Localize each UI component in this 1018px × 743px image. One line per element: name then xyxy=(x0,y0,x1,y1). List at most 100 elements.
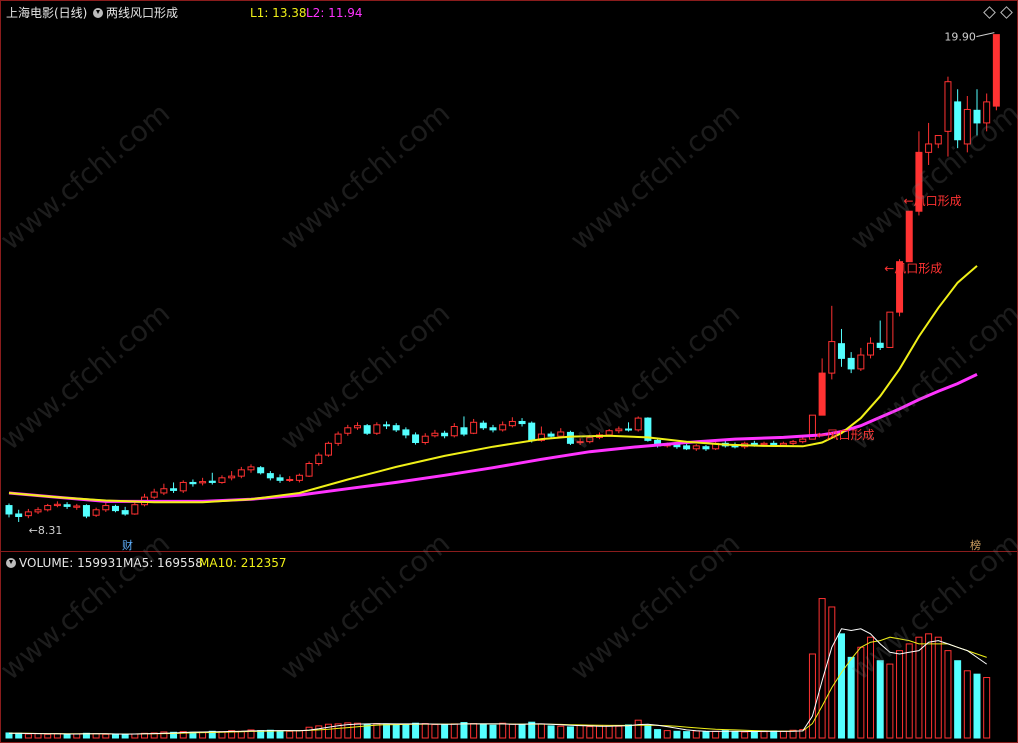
ma10-readout: MA10: 212357 xyxy=(199,556,287,570)
candle xyxy=(789,439,797,446)
candle xyxy=(508,417,516,428)
candle-body xyxy=(528,422,536,441)
volume-bar xyxy=(286,730,294,739)
candle-body xyxy=(625,428,633,431)
candle-body xyxy=(925,143,933,153)
candle xyxy=(102,503,110,512)
volume-bar xyxy=(295,730,303,739)
volume-bar xyxy=(441,724,449,739)
volume-bar xyxy=(276,730,284,739)
candle-body xyxy=(557,431,565,437)
volume-bar xyxy=(954,660,962,739)
volume-bar xyxy=(499,722,507,739)
ranking-badge[interactable]: 榜 xyxy=(969,539,982,552)
volume-bar xyxy=(644,725,652,739)
candle xyxy=(160,483,168,496)
candle-body xyxy=(257,467,265,474)
candle xyxy=(315,452,323,466)
volume-bar xyxy=(479,724,487,739)
candle-body xyxy=(170,488,178,491)
candle xyxy=(625,422,633,432)
candle xyxy=(973,89,981,136)
volume-bar xyxy=(983,677,991,739)
candle xyxy=(208,472,216,485)
volume-bar xyxy=(683,731,691,739)
candle xyxy=(867,337,875,359)
volume-bar xyxy=(963,670,971,739)
volume-bar xyxy=(44,733,52,739)
volume-bar xyxy=(63,733,71,739)
candle xyxy=(179,480,187,493)
candle-body xyxy=(218,477,226,483)
stock-title: 上海电影(日线) xyxy=(6,6,87,20)
candle-body xyxy=(828,341,836,374)
candle xyxy=(963,96,971,153)
volume-bar xyxy=(944,650,952,739)
candle xyxy=(421,433,429,445)
candle-body xyxy=(24,511,32,517)
candle-body xyxy=(508,420,516,427)
candle-body xyxy=(499,424,507,431)
candle-body xyxy=(15,513,23,517)
volume-bar xyxy=(421,723,429,739)
volume-bar xyxy=(460,722,468,739)
candle xyxy=(876,320,884,350)
finance-badge[interactable]: 财 xyxy=(121,539,134,552)
volume-bar xyxy=(876,660,884,739)
candle xyxy=(692,444,700,451)
candle xyxy=(402,427,410,439)
candle xyxy=(150,488,158,499)
candle xyxy=(450,423,458,438)
volume-bar xyxy=(828,606,836,739)
candle-body xyxy=(102,505,110,511)
candle-body xyxy=(421,435,429,443)
candle xyxy=(218,475,226,484)
indicator-title[interactable]: 两线风口形成 xyxy=(93,6,178,20)
candle xyxy=(257,466,265,475)
volume-bar xyxy=(692,730,700,739)
candle xyxy=(818,358,826,416)
volume-title[interactable]: VOLUME: 159931 xyxy=(6,556,123,570)
candle xyxy=(683,443,691,451)
candle-body xyxy=(847,357,855,370)
candle-body xyxy=(789,441,797,444)
candle-body xyxy=(973,109,981,124)
volume-bar xyxy=(53,733,61,739)
candle xyxy=(305,461,313,477)
volume-bar xyxy=(731,731,739,739)
candle xyxy=(837,328,845,367)
candle-body xyxy=(5,505,13,515)
candle xyxy=(479,420,487,430)
volume-bar xyxy=(915,636,923,739)
volume-bar xyxy=(121,734,129,739)
volume-bar xyxy=(73,733,81,739)
volume-bar xyxy=(741,731,749,739)
volume-bar xyxy=(450,723,458,739)
volume-bar xyxy=(663,730,671,739)
volume-bar xyxy=(625,724,633,739)
candle-body xyxy=(547,433,555,437)
candle-body xyxy=(441,432,449,437)
candle xyxy=(944,76,952,157)
candle-body xyxy=(392,425,400,431)
candle xyxy=(5,503,13,518)
candle-body xyxy=(131,504,139,515)
volume-bar xyxy=(905,643,913,739)
candle xyxy=(702,445,710,451)
pattern-annotation: ←风口形成 xyxy=(904,194,962,208)
candle-body xyxy=(470,421,478,434)
candle-body xyxy=(73,505,81,508)
volume-bar xyxy=(973,673,981,739)
candle-body xyxy=(857,354,865,370)
candle-body xyxy=(983,101,991,124)
dropdown-circle-icon[interactable] xyxy=(93,8,103,18)
dropdown-circle-icon[interactable] xyxy=(6,558,16,568)
candle-body xyxy=(324,442,332,456)
volume-bar xyxy=(34,733,42,739)
candle xyxy=(634,416,642,432)
candle xyxy=(34,507,42,514)
max-arrow xyxy=(976,32,995,38)
candle xyxy=(131,502,139,515)
candle-body xyxy=(315,454,323,465)
candle xyxy=(857,347,865,372)
